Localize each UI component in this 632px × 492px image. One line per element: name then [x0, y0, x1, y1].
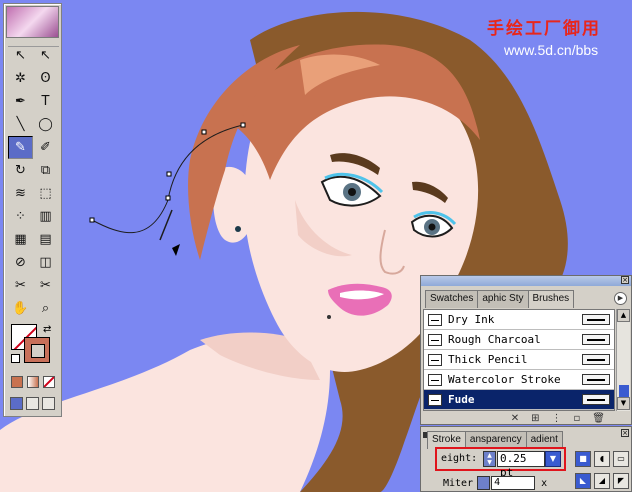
brush-type-icon: [428, 393, 442, 406]
free-transform-tool-icon[interactable]: ⬚: [33, 182, 58, 205]
scroll-down-icon[interactable]: ▼: [617, 397, 630, 410]
mesh-tool-icon[interactable]: ▦: [8, 228, 33, 251]
brush-name: Rough Charcoal: [448, 333, 541, 346]
stroke-weight-label: eight:: [441, 453, 478, 464]
direct-selection-tool-icon[interactable]: ↖: [33, 44, 58, 67]
line-tool-icon[interactable]: ╲: [8, 113, 33, 136]
stroke-weight-control: eight: ▲ ▼ 0.25 pt ▼: [435, 447, 566, 479]
miter-stepper-icon[interactable]: [477, 476, 491, 490]
brush-list: Dry Ink Rough Charcoal Thick Pencil Waterco…: [423, 309, 615, 411]
brush-name: Dry Ink: [448, 313, 495, 326]
bevel-join-button[interactable]: ◤: [613, 473, 629, 489]
palette-menu-icon[interactable]: ▶: [614, 292, 627, 305]
brush-list-scrollbar[interactable]: ▲ ▼: [616, 309, 630, 411]
fullscreen-menu-mode-button[interactable]: [26, 397, 39, 410]
brush-item[interactable]: Thick Pencil: [424, 350, 614, 370]
tab-brushes[interactable]: Brushes: [527, 290, 575, 308]
palette-titlebar[interactable]: [421, 276, 631, 286]
chevron-down-icon[interactable]: ▼: [545, 451, 561, 467]
brush-type-icon: [428, 313, 442, 326]
brush-item[interactable]: Dry Ink: [424, 310, 614, 330]
color-mode-button[interactable]: [11, 376, 23, 388]
watermark-url: www.5d.cn/bbs: [504, 42, 599, 58]
default-colors-icon[interactable]: [11, 354, 20, 363]
ellipse-tool-icon[interactable]: ◯: [33, 113, 58, 136]
brush-options-icon[interactable]: ⊞: [531, 413, 539, 424]
brush-preview-icon: [582, 334, 610, 345]
paintbrush-tool-icon[interactable]: ✎: [8, 136, 33, 159]
brush-name: Fude: [448, 393, 475, 406]
brush-name: Thick Pencil: [448, 353, 528, 366]
tab-swatches[interactable]: Swatches: [425, 290, 479, 308]
brush-item[interactable]: Fude: [424, 390, 614, 410]
remove-brush-stroke-icon[interactable]: ✕: [511, 413, 519, 424]
brush-preview-icon: [582, 374, 610, 385]
brush-type-icon: [428, 353, 442, 366]
brushes-bottom-bar: ✕ ⊞ ⋮ ▫ 🗑: [423, 412, 615, 424]
brush-preview-icon: [582, 354, 610, 365]
palette-tabs: Swatches aphic Sty Brushes: [425, 290, 575, 308]
brush-name: Watercolor Stroke: [448, 373, 561, 386]
toolbox-divider: [8, 46, 59, 47]
brush-item[interactable]: Watercolor Stroke: [424, 370, 614, 390]
rotate-tool-icon[interactable]: ↻: [8, 159, 33, 182]
miter-limit-row: Miter 4 x: [443, 475, 547, 491]
warp-tool-icon[interactable]: ≋: [8, 182, 33, 205]
scale-tool-icon[interactable]: ⧉: [33, 159, 58, 182]
scissors-tool-icon[interactable]: ✂: [33, 274, 58, 297]
fill-stroke-swatches: ⇄: [11, 324, 59, 368]
stroke-swatch[interactable]: [24, 337, 50, 363]
miter-join-button[interactable]: ◣: [575, 473, 591, 489]
close-icon[interactable]: ×: [621, 429, 629, 437]
weight-stepper-icon[interactable]: ▲ ▼: [483, 451, 496, 467]
live-paint-bucket-tool-icon[interactable]: ✂: [8, 274, 33, 297]
brush-item[interactable]: Rough Charcoal: [424, 330, 614, 350]
scroll-up-icon[interactable]: ▲: [617, 309, 630, 322]
new-brush-icon[interactable]: ▫: [574, 413, 581, 424]
round-cap-button[interactable]: ◖: [594, 451, 610, 467]
miter-suffix: x: [541, 477, 548, 489]
standard-screen-mode-button[interactable]: [10, 397, 23, 410]
lasso-tool-icon[interactable]: ʘ: [33, 67, 58, 90]
close-icon[interactable]: ×: [621, 276, 629, 284]
gradient-mode-button[interactable]: [27, 376, 39, 388]
app-logo[interactable]: [6, 6, 59, 38]
round-join-button[interactable]: ◢: [594, 473, 610, 489]
eyedropper-tool-icon[interactable]: ⊘: [8, 251, 33, 274]
tool-grid: ↖ ↖ ✲ ʘ ✒ T ╲ ◯ ✎ ✐ ↻ ⧉ ≋ ⬚ ⁘ ▥ ▦ ▤ ⊘ ◫ ✂ ✂ ✋ ⌕: [8, 44, 58, 320]
brush-preview-icon: [582, 314, 610, 325]
blend-tool-icon[interactable]: ◫: [33, 251, 58, 274]
hand-tool-icon[interactable]: ✋: [8, 297, 33, 320]
watermark-chinese: 手绘工厂御用: [487, 19, 601, 39]
swap-fill-stroke-icon[interactable]: ⇄: [43, 324, 51, 335]
zoom-tool-icon[interactable]: ⌕: [33, 297, 58, 320]
miter-label: Miter: [443, 477, 474, 489]
selection-tool-icon[interactable]: ↖: [8, 44, 33, 67]
screen-mode-row: [10, 397, 55, 410]
tab-graphic-styles[interactable]: aphic Sty: [477, 290, 529, 308]
none-mode-button[interactable]: [43, 376, 55, 388]
miter-limit-input[interactable]: 4: [491, 476, 536, 490]
fullscreen-mode-button[interactable]: [42, 397, 55, 410]
stroke-palette: Stroke ansparency adient × eight: ▲ ▼ 0.2…: [420, 426, 632, 492]
delete-brush-icon[interactable]: 🗑: [592, 413, 605, 424]
brushes-palette: × Swatches aphic Sty Brushes ▶ Dry Ink Ro…: [420, 275, 632, 425]
magic-wand-tool-icon[interactable]: ✲: [8, 67, 33, 90]
brush-type-icon: [428, 333, 442, 346]
type-tool-icon[interactable]: T: [33, 90, 58, 113]
symbol-sprayer-tool-icon[interactable]: ⁘: [8, 205, 33, 228]
projecting-cap-button[interactable]: ▭: [613, 451, 629, 467]
column-graph-tool-icon[interactable]: ▥: [33, 205, 58, 228]
pencil-tool-icon[interactable]: ✐: [33, 136, 58, 159]
toolbox: ↖ ↖ ✲ ʘ ✒ T ╲ ◯ ✎ ✐ ↻ ⧉ ≋ ⬚ ⁘ ▥ ▦ ▤ ⊘ ◫ ✂ ✂ ✋ ⌕ ⇄: [3, 3, 62, 417]
pen-tool-icon[interactable]: ✒: [8, 90, 33, 113]
brush-libraries-icon[interactable]: ⋮: [552, 413, 562, 424]
stroke-weight-input[interactable]: 0.25 pt: [497, 451, 545, 479]
butt-cap-button[interactable]: ■: [575, 451, 591, 467]
brush-preview-icon: [582, 394, 610, 405]
brush-type-icon: [428, 373, 442, 386]
gradient-tool-icon[interactable]: ▤: [33, 228, 58, 251]
color-mode-row: [11, 376, 55, 388]
